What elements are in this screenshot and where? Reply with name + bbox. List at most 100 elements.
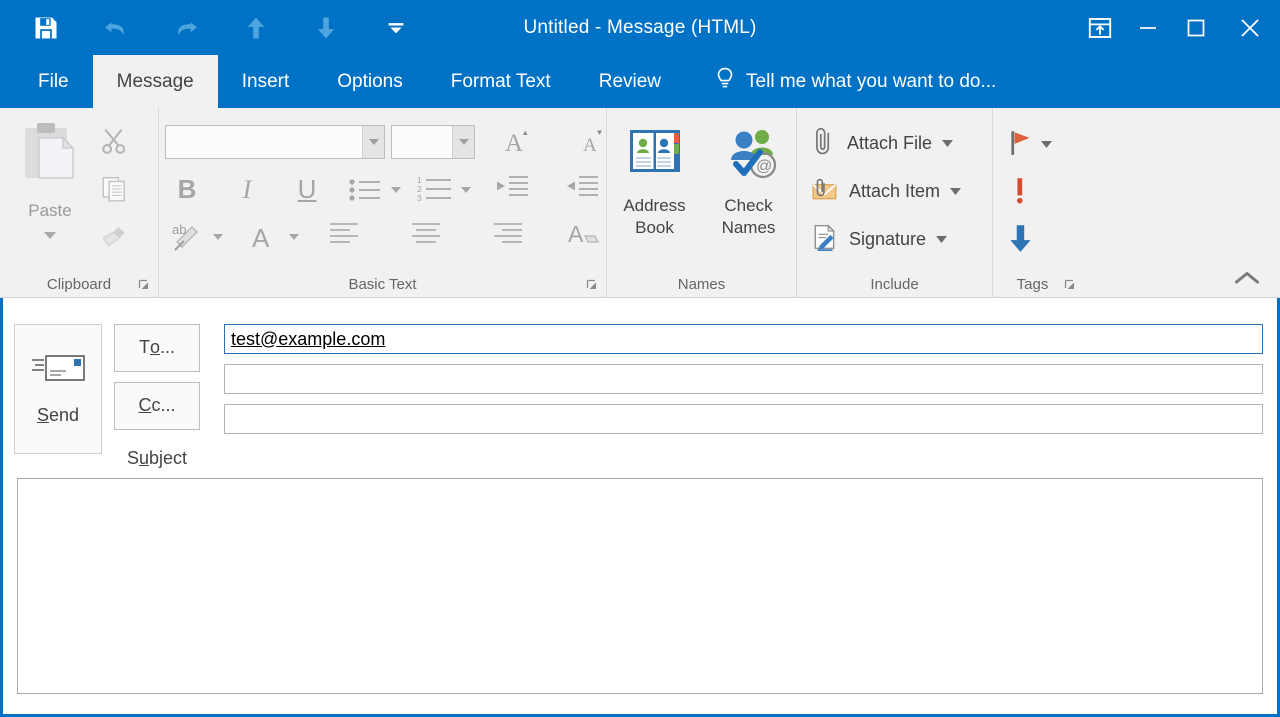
italic-button[interactable]: I bbox=[225, 169, 269, 211]
font-color-dropdown-icon[interactable] bbox=[285, 233, 303, 240]
ribbon-group-include-label: Include bbox=[797, 271, 992, 297]
check-names-icon: @ bbox=[718, 124, 780, 189]
attach-item-button[interactable]: Attach Item bbox=[811, 168, 962, 214]
follow-up-button[interactable] bbox=[1007, 120, 1052, 168]
font-size-dropdown-icon[interactable] bbox=[452, 126, 474, 158]
bold-icon: B bbox=[177, 174, 197, 204]
undo-icon[interactable] bbox=[100, 12, 132, 44]
window-controls bbox=[1076, 0, 1280, 55]
quick-access-toolbar bbox=[0, 12, 412, 44]
names-label-text: Names bbox=[677, 275, 726, 293]
tell-me-search[interactable]: Tell me what you want to do... bbox=[685, 55, 996, 108]
bullets-button[interactable] bbox=[343, 169, 405, 211]
lightbulb-icon bbox=[715, 66, 735, 98]
to-field[interactable]: test@example.com bbox=[224, 324, 1263, 354]
minimize-button[interactable] bbox=[1124, 0, 1172, 55]
basic-text-dialog-launcher-icon[interactable] bbox=[586, 278, 598, 290]
italic-icon: I bbox=[242, 174, 252, 204]
previous-item-icon[interactable] bbox=[240, 12, 272, 44]
font-color-button[interactable]: A bbox=[241, 216, 303, 258]
attach-file-button[interactable]: Attach File bbox=[811, 120, 954, 166]
send-button[interactable]: Send bbox=[14, 324, 102, 454]
paste-dropdown-caret[interactable] bbox=[44, 226, 56, 244]
redo-icon[interactable] bbox=[170, 12, 202, 44]
copy-button[interactable] bbox=[92, 170, 136, 212]
svg-text:A: A bbox=[505, 130, 523, 157]
decrease-indent-button[interactable] bbox=[485, 169, 539, 211]
tags-label-text: Tags bbox=[1016, 275, 1049, 293]
svg-text:A: A bbox=[568, 221, 584, 247]
tab-format-text[interactable]: Format Text bbox=[427, 55, 575, 108]
bold-button[interactable]: B bbox=[165, 169, 209, 211]
signature-icon bbox=[811, 223, 839, 256]
clear-formatting-button[interactable]: A bbox=[557, 216, 611, 258]
format-painter-button[interactable] bbox=[92, 218, 136, 260]
text-highlight-button[interactable]: ab bbox=[165, 216, 227, 258]
address-book-button[interactable]: Address Book bbox=[610, 118, 700, 239]
copy-icon bbox=[100, 175, 128, 208]
next-item-icon[interactable] bbox=[310, 12, 342, 44]
paste-button[interactable]: Paste bbox=[8, 114, 92, 244]
ribbon-display-options-icon[interactable] bbox=[1076, 0, 1124, 55]
follow-up-dropdown-icon[interactable] bbox=[1041, 135, 1052, 153]
subject-field[interactable] bbox=[224, 404, 1263, 434]
align-right-button[interactable] bbox=[481, 216, 535, 258]
bullet-list-icon bbox=[343, 169, 387, 211]
font-name-combobox[interactable] bbox=[165, 125, 385, 159]
tab-insert[interactable]: Insert bbox=[218, 55, 314, 108]
attach-item-dropdown-icon[interactable] bbox=[950, 182, 962, 200]
font-size-combobox[interactable] bbox=[391, 125, 475, 159]
align-center-icon bbox=[410, 221, 442, 252]
send-envelope-icon bbox=[30, 352, 86, 391]
grow-font-button[interactable]: A bbox=[489, 121, 543, 163]
check-names-button[interactable]: @ Check Names bbox=[704, 118, 794, 239]
low-importance-button[interactable] bbox=[1007, 216, 1035, 264]
ribbon-group-basic-text: A A B I U 1 2 3 ab A A Basic Text bbox=[158, 108, 606, 297]
font-size-value bbox=[392, 126, 452, 158]
highlight-dropdown-icon[interactable] bbox=[209, 233, 227, 240]
attach-item-icon bbox=[811, 175, 839, 208]
clipboard-small-commands bbox=[92, 114, 136, 260]
cc-button[interactable]: Cc... bbox=[114, 381, 200, 430]
tab-message[interactable]: Message bbox=[92, 55, 218, 108]
close-button[interactable] bbox=[1220, 0, 1280, 55]
font-name-dropdown-icon[interactable] bbox=[362, 126, 384, 158]
attach-file-label: Attach File bbox=[847, 132, 933, 153]
align-center-button[interactable] bbox=[399, 216, 453, 258]
address-book-icon bbox=[624, 124, 686, 189]
clear-formatting-icon: A bbox=[567, 218, 601, 255]
increase-indent-button[interactable] bbox=[555, 169, 609, 211]
underline-button[interactable]: U bbox=[285, 169, 329, 211]
tab-file[interactable]: File bbox=[14, 55, 93, 108]
numbering-button[interactable]: 1 2 3 bbox=[413, 169, 475, 211]
attach-file-dropdown-icon[interactable] bbox=[942, 134, 954, 152]
signature-label: Signature bbox=[849, 228, 927, 249]
save-icon[interactable] bbox=[30, 12, 62, 44]
font-name-value bbox=[166, 126, 362, 158]
cut-button[interactable] bbox=[92, 122, 136, 164]
ribbon-group-tags: Tags bbox=[992, 108, 1074, 297]
ribbon: Paste Clipboard A A B I U 1 2 3 ab A A B… bbox=[0, 108, 1280, 298]
message-body-editor[interactable] bbox=[17, 478, 1263, 694]
ribbon-group-include: Attach File Attach Item Signature Includ… bbox=[796, 108, 992, 297]
high-importance-button[interactable] bbox=[1007, 168, 1033, 216]
include-label-text: Include bbox=[870, 275, 919, 293]
message-header: Send To... Cc... Su bject test@example.co… bbox=[3, 298, 1277, 478]
to-button[interactable]: To... bbox=[114, 324, 200, 372]
ribbon-tabs: File Message Insert Options Format Text … bbox=[0, 55, 1280, 108]
svg-text:@: @ bbox=[756, 158, 772, 175]
attach-item-label: Attach Item bbox=[849, 180, 941, 201]
tab-options[interactable]: Options bbox=[313, 55, 426, 108]
align-left-button[interactable] bbox=[317, 216, 371, 258]
cc-field[interactable] bbox=[224, 364, 1263, 394]
signature-dropdown-icon[interactable] bbox=[936, 230, 948, 248]
collapse-ribbon-button[interactable] bbox=[1234, 267, 1260, 289]
bullets-dropdown-icon[interactable] bbox=[387, 186, 405, 193]
clipboard-dialog-launcher-icon[interactable] bbox=[138, 278, 150, 290]
tab-review[interactable]: Review bbox=[575, 55, 685, 108]
customize-quick-access-toolbar-icon[interactable] bbox=[380, 12, 412, 44]
numbering-dropdown-icon[interactable] bbox=[457, 186, 475, 193]
maximize-button[interactable] bbox=[1172, 0, 1220, 55]
ribbon-group-names-label: Names bbox=[607, 271, 796, 297]
signature-button[interactable]: Signature bbox=[811, 216, 948, 262]
